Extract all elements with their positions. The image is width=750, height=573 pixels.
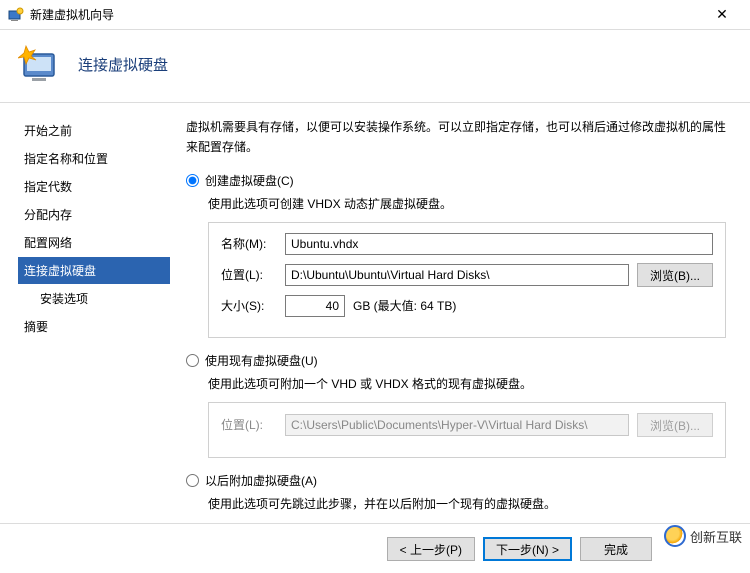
step-install-options[interactable]: 安装选项 (18, 285, 170, 312)
name-input[interactable] (285, 233, 713, 255)
size-label: 大小(S): (221, 297, 277, 314)
radio-existing-vhd-label: 使用现有虚拟硬盘(U) (205, 352, 318, 369)
step-summary[interactable]: 摘要 (18, 313, 170, 340)
create-vhd-desc: 使用此选项可创建 VHDX 动态扩展虚拟硬盘。 (208, 195, 726, 212)
prev-button[interactable]: < 上一步(P) (387, 537, 475, 561)
existing-location-input (285, 414, 629, 436)
step-network[interactable]: 配置网络 (18, 229, 170, 256)
watermark-text: 创新互联 (690, 527, 742, 546)
step-memory[interactable]: 分配内存 (18, 201, 170, 228)
option-later-vhd: 以后附加虚拟硬盘(A) 使用此选项可先跳过此步骤，并在以后附加一个现有的虚拟硬盘… (186, 472, 726, 512)
step-name-location[interactable]: 指定名称和位置 (18, 145, 170, 172)
option-create-vhd: 创建虚拟硬盘(C) 使用此选项可创建 VHDX 动态扩展虚拟硬盘。 名称(M):… (186, 172, 726, 338)
browse-button[interactable]: 浏览(B)... (637, 263, 713, 287)
wizard-steps: 开始之前 指定名称和位置 指定代数 分配内存 配置网络 连接虚拟硬盘 安装选项 … (0, 103, 170, 523)
location-input[interactable] (285, 264, 629, 286)
size-input[interactable] (285, 295, 345, 317)
close-icon[interactable]: ✕ (702, 6, 742, 23)
existing-vhd-fieldset: 位置(L): 浏览(B)... (208, 402, 726, 458)
next-button[interactable]: 下一步(N) > (483, 537, 572, 561)
wizard-icon (18, 40, 66, 88)
step-generation[interactable]: 指定代数 (18, 173, 170, 200)
size-suffix: GB (最大值: 64 TB) (353, 297, 456, 314)
existing-location-label: 位置(L): (221, 416, 277, 433)
app-icon (8, 7, 24, 23)
titlebar: 新建虚拟机向导 ✕ (0, 0, 750, 30)
watermark: 创新互联 (664, 525, 742, 547)
create-vhd-fieldset: 名称(M): 位置(L): 浏览(B)... 大小(S): GB (最大值: 6… (208, 222, 726, 338)
window-title: 新建虚拟机向导 (30, 6, 702, 23)
later-vhd-desc: 使用此选项可先跳过此步骤，并在以后附加一个现有的虚拟硬盘。 (208, 495, 726, 512)
step-connect-vhd[interactable]: 连接虚拟硬盘 (18, 257, 170, 284)
radio-later-vhd-label: 以后附加虚拟硬盘(A) (205, 472, 317, 489)
step-before-begin[interactable]: 开始之前 (18, 117, 170, 144)
radio-later-vhd[interactable] (186, 474, 199, 487)
watermark-logo-icon (664, 525, 686, 547)
wizard-header: 连接虚拟硬盘 (0, 30, 750, 103)
option-existing-vhd: 使用现有虚拟硬盘(U) 使用此选项可附加一个 VHD 或 VHDX 格式的现有虚… (186, 352, 726, 458)
radio-existing-vhd[interactable] (186, 354, 199, 367)
page-title: 连接虚拟硬盘 (78, 54, 168, 75)
main-panel: 虚拟机需要具有存储，以便可以安装操作系统。可以立即指定存储，也可以稍后通过修改虚… (170, 103, 750, 523)
name-label: 名称(M): (221, 235, 277, 252)
existing-browse-button: 浏览(B)... (637, 413, 713, 437)
intro-text: 虚拟机需要具有存储，以便可以安装操作系统。可以立即指定存储，也可以稍后通过修改虚… (186, 117, 726, 158)
finish-button[interactable]: 完成 (580, 537, 652, 561)
existing-vhd-desc: 使用此选项可附加一个 VHD 或 VHDX 格式的现有虚拟硬盘。 (208, 375, 726, 392)
radio-create-vhd-label: 创建虚拟硬盘(C) (205, 172, 294, 189)
wizard-footer: < 上一步(P) 下一步(N) > 完成 取消 (0, 523, 750, 573)
radio-create-vhd[interactable] (186, 174, 199, 187)
location-label: 位置(L): (221, 266, 277, 283)
